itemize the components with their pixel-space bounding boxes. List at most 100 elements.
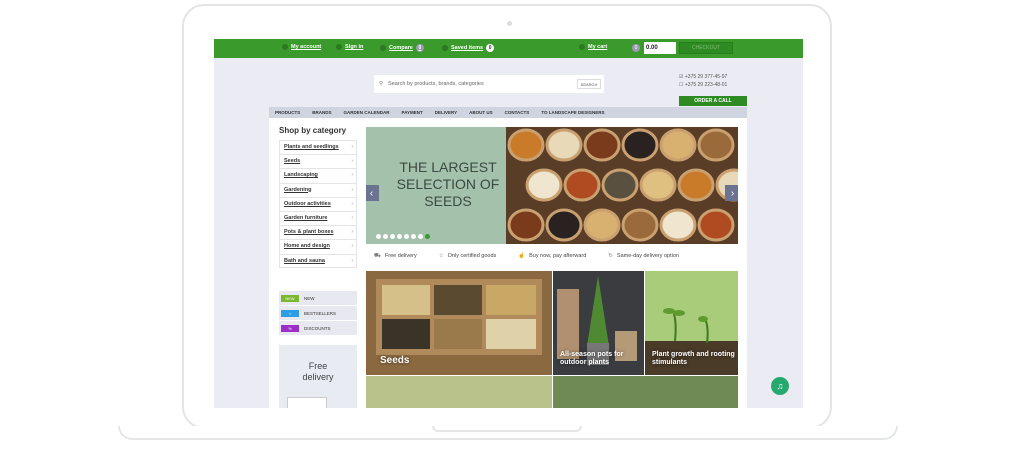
tile-growth[interactable]: Plant growth and rooting stimulants	[645, 271, 738, 375]
tag-flag-icon: %	[281, 324, 299, 332]
seed-bag	[583, 208, 621, 242]
my-cart-link[interactable]: My cart	[579, 44, 607, 50]
nav-item-delivery[interactable]: DELIVERY	[429, 110, 463, 115]
slider-dot[interactable]	[376, 234, 381, 239]
tag-label: BESTSELLERS	[304, 310, 337, 316]
slider-dot[interactable]	[397, 234, 402, 239]
chevron-right-icon: ›	[351, 214, 353, 221]
phone-contacts: ☑ +375 29 377-45-97 ☐ +375 29 223-48-01	[679, 73, 727, 89]
seed-bag	[697, 128, 735, 162]
chevron-right-icon: ›	[351, 158, 353, 165]
category-item[interactable]: Seeds ›	[279, 154, 357, 169]
hero-slider: THE LARGEST SELECTION OF SEEDS ‹ ›	[366, 127, 738, 244]
category-list: Plants and seedlings › Seeds › Landscaping › G…	[279, 140, 357, 268]
feature-label: Buy now, pay afterward	[529, 253, 587, 259]
sign-in-link[interactable]: Sign in	[336, 44, 363, 50]
saved-items-link[interactable]: Saved items 0	[442, 44, 495, 52]
category-label: Seeds	[284, 158, 301, 165]
bell-icon: ♫	[776, 381, 784, 391]
phone-icon: ☑	[679, 74, 684, 80]
phone-1[interactable]: +375 29 377-45-97	[685, 74, 727, 80]
tile-pots-label: All-season pots for outdoor plants	[560, 351, 624, 366]
slider-dot[interactable]	[425, 234, 430, 239]
seed-bag	[639, 168, 677, 202]
category-item[interactable]: Gardening ›	[279, 182, 357, 197]
main-nav: PRODUCTS BRANDS GARDEN CALENDAR PAYMENT DELI…	[269, 107, 747, 118]
nav-item-contacts[interactable]: CONTACTS	[499, 110, 536, 115]
tile-growth-label: Plant growth and rooting stimulants	[652, 351, 735, 366]
nav-item-brands[interactable]: BRANDS	[306, 110, 337, 115]
feature-list: ⛟ Free delivery ☆ Only certified goods ☝ Buy …	[374, 253, 679, 260]
category-item[interactable]: Home and design ›	[279, 239, 357, 254]
category-item[interactable]: Garden furniture ›	[279, 210, 357, 226]
feature-icon: ☝	[518, 253, 526, 259]
phone-icon: ☐	[679, 82, 684, 88]
category-label: Bath and sauna	[284, 257, 325, 264]
slider-dot[interactable]	[404, 234, 409, 239]
seed-bag	[659, 128, 697, 162]
category-item[interactable]: Bath and sauna ›	[279, 253, 357, 268]
category-item[interactable]: Landscaping ›	[279, 168, 357, 183]
category-item[interactable]: Pots & plant boxes ›	[279, 225, 357, 240]
chevron-right-icon: ›	[351, 144, 353, 150]
search-input[interactable]: Search by products, brands, categories	[388, 81, 484, 87]
seed-bag	[525, 168, 563, 202]
promo-tag[interactable]: ☆ BESTSELLERS	[279, 306, 357, 320]
tile-seeds[interactable]: Seeds	[366, 271, 552, 375]
order-call-button[interactable]: ORDER A CALL	[679, 96, 747, 106]
compare-link[interactable]: Compare 0	[380, 44, 424, 52]
search-bar[interactable]: ⚲ Search by products, brands, categories…	[374, 75, 604, 93]
my-account-link[interactable]: My account	[282, 44, 321, 50]
feature-item: ☝ Buy now, pay afterward	[518, 253, 586, 260]
nav-item-about-us[interactable]: ABOUT US	[463, 110, 499, 115]
seed-bag	[677, 168, 715, 202]
tag-label: DISCOUNTS	[304, 325, 331, 331]
phone-2[interactable]: +375 29 223-48-01	[685, 82, 727, 88]
feature-label: Free delivery	[384, 253, 417, 259]
slider-prev-button[interactable]: ‹	[366, 185, 379, 201]
nav-item-payment[interactable]: PAYMENT	[396, 110, 429, 115]
tile-seeds-label: Seeds	[380, 355, 410, 366]
tile-bottom-right[interactable]	[553, 376, 738, 408]
free-delivery-banner[interactable]: Free delivery	[279, 345, 357, 408]
checkout-button[interactable]: CHECKOUT	[679, 42, 733, 54]
category-item[interactable]: Plants and seedlings ›	[279, 140, 357, 155]
feature-item: ↻ Same-day delivery option	[608, 253, 679, 260]
category-label: Garden furniture	[284, 214, 328, 221]
heart-icon	[442, 45, 448, 51]
category-item[interactable]: Outdoor activities ›	[279, 196, 357, 211]
seed-bag	[583, 128, 621, 162]
user-icon	[282, 44, 288, 50]
chevron-right-icon: ›	[351, 257, 353, 264]
my-cart-label: My cart	[588, 44, 608, 50]
login-icon	[336, 44, 342, 50]
category-label: Gardening	[284, 186, 312, 193]
category-label: Outdoor activities	[284, 200, 331, 207]
nav-item-products[interactable]: PRODUCTS	[269, 110, 306, 115]
category-label: Landscaping	[284, 172, 318, 179]
slider-next-button[interactable]: ›	[725, 185, 738, 201]
seed-bag	[659, 208, 697, 242]
nav-item-garden-calendar[interactable]: GARDEN CALENDAR	[338, 110, 396, 115]
slider-dot[interactable]	[390, 234, 395, 239]
feature-item: ⛟ Free delivery	[374, 253, 417, 260]
promo-tag[interactable]: NEW NEW	[279, 291, 357, 305]
cart-count-badge: 0	[632, 44, 640, 52]
slider-dot[interactable]	[411, 234, 416, 239]
tile-pots[interactable]: All-season pots for outdoor plants	[553, 271, 644, 375]
slider-dot[interactable]	[418, 234, 423, 239]
notification-bell-button[interactable]: ♫	[771, 377, 789, 395]
cart-icon	[579, 44, 585, 50]
category-label: Home and design	[284, 243, 330, 250]
feature-icon: ↻	[608, 253, 613, 259]
category-label: Pots & plant boxes	[284, 229, 334, 236]
tile-bottom-left[interactable]	[366, 376, 552, 408]
feature-label: Only certified goods	[447, 253, 497, 259]
nav-item-to-landscape-designers[interactable]: TO LANDSCAPE DESIGNERS	[535, 110, 610, 115]
search-icon: ⚲	[379, 81, 384, 87]
search-button[interactable]: SEARCH	[577, 79, 601, 89]
promo-tag[interactable]: % DISCOUNTS	[279, 321, 357, 335]
tag-label: NEW	[304, 295, 315, 301]
category-label: Plants and seedlings	[284, 144, 339, 150]
slider-dot[interactable]	[383, 234, 388, 239]
